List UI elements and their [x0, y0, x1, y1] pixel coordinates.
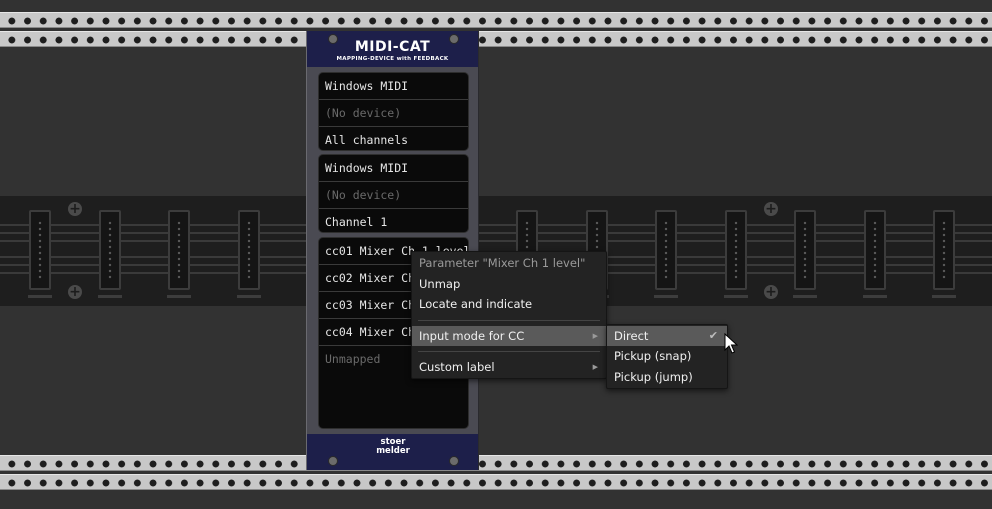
screw-icon: [449, 456, 459, 466]
menu-item-input-mode-label: Input mode for CC: [419, 329, 525, 343]
port-connector[interactable]: [99, 210, 121, 290]
brand-logo: stoer melder: [367, 438, 419, 456]
midi-output-box: Windows MIDI (No device) Channel 1: [318, 154, 469, 233]
port-label-bar: [28, 295, 52, 298]
rack-rail-top-1: [0, 12, 992, 28]
port-label-bar: [932, 295, 956, 298]
arrow-cursor-icon: [724, 333, 738, 354]
menu-item-locate[interactable]: Locate and indicate: [412, 294, 606, 314]
brand-line2: melder: [376, 446, 410, 456]
context-menu: Parameter "Mixer Ch 1 level" Unmap Locat…: [411, 251, 607, 379]
menu-item-custom-label[interactable]: Custom label ▶: [412, 357, 606, 377]
submenu-arrow-icon: ▶: [592, 363, 598, 371]
port-connector[interactable]: [794, 210, 816, 290]
menu-separator: [418, 320, 600, 321]
submenu-item-pickup-jump[interactable]: Pickup (jump): [607, 367, 727, 387]
port-label-bar: [793, 295, 817, 298]
input-device[interactable]: (No device): [319, 100, 468, 127]
midi-input-box: Windows MIDI (No device) All channels: [318, 72, 469, 151]
menu-separator: [418, 351, 600, 352]
plus-icon[interactable]: +: [68, 285, 82, 299]
output-device[interactable]: (No device): [319, 182, 468, 209]
submenu-item-direct[interactable]: Direct ✔: [607, 326, 727, 346]
port-connector[interactable]: [864, 210, 886, 290]
input-driver[interactable]: Windows MIDI: [319, 73, 468, 100]
rack-rail-bottom-2: [0, 474, 992, 490]
screw-icon: [328, 456, 338, 466]
port-label-bar: [863, 295, 887, 298]
menu-item-custom-label-text: Custom label: [419, 360, 495, 374]
menu-header: Parameter "Mixer Ch 1 level": [419, 256, 586, 270]
submenu-arrow-icon: ▶: [592, 332, 598, 340]
port-label-bar: [167, 295, 191, 298]
port-connector[interactable]: [725, 210, 747, 290]
port-connector[interactable]: [29, 210, 51, 290]
rack-rail-top-2: [0, 31, 992, 47]
input-mode-submenu: Direct ✔ Pickup (snap) Pickup (jump): [606, 324, 728, 389]
menu-item-unmap[interactable]: Unmap: [412, 274, 606, 294]
port-label-bar: [724, 295, 748, 298]
port-connector[interactable]: [655, 210, 677, 290]
port-connector[interactable]: [238, 210, 260, 290]
port-label-bar: [98, 295, 122, 298]
plus-icon[interactable]: +: [68, 202, 82, 216]
port-label-bar: [654, 295, 678, 298]
submenu-item-direct-label: Direct: [614, 329, 649, 343]
port-connector[interactable]: [168, 210, 190, 290]
submenu-item-pickup-snap[interactable]: Pickup (snap): [607, 346, 727, 366]
output-driver[interactable]: Windows MIDI: [319, 155, 468, 182]
check-icon: ✔: [708, 329, 718, 342]
screw-icon: [328, 34, 338, 44]
menu-item-input-mode[interactable]: Input mode for CC ▶: [412, 326, 606, 346]
screw-icon: [449, 34, 459, 44]
plus-icon[interactable]: +: [764, 202, 778, 216]
input-channel[interactable]: All channels: [319, 127, 468, 150]
rack-rail-bottom-1: [0, 455, 992, 471]
plus-icon[interactable]: +: [764, 285, 778, 299]
port-label-bar: [237, 295, 261, 298]
module-subtitle: MAPPING-DEVICE with FEEDBACK: [336, 56, 449, 62]
port-connector[interactable]: [933, 210, 955, 290]
output-channel[interactable]: Channel 1: [319, 209, 468, 232]
